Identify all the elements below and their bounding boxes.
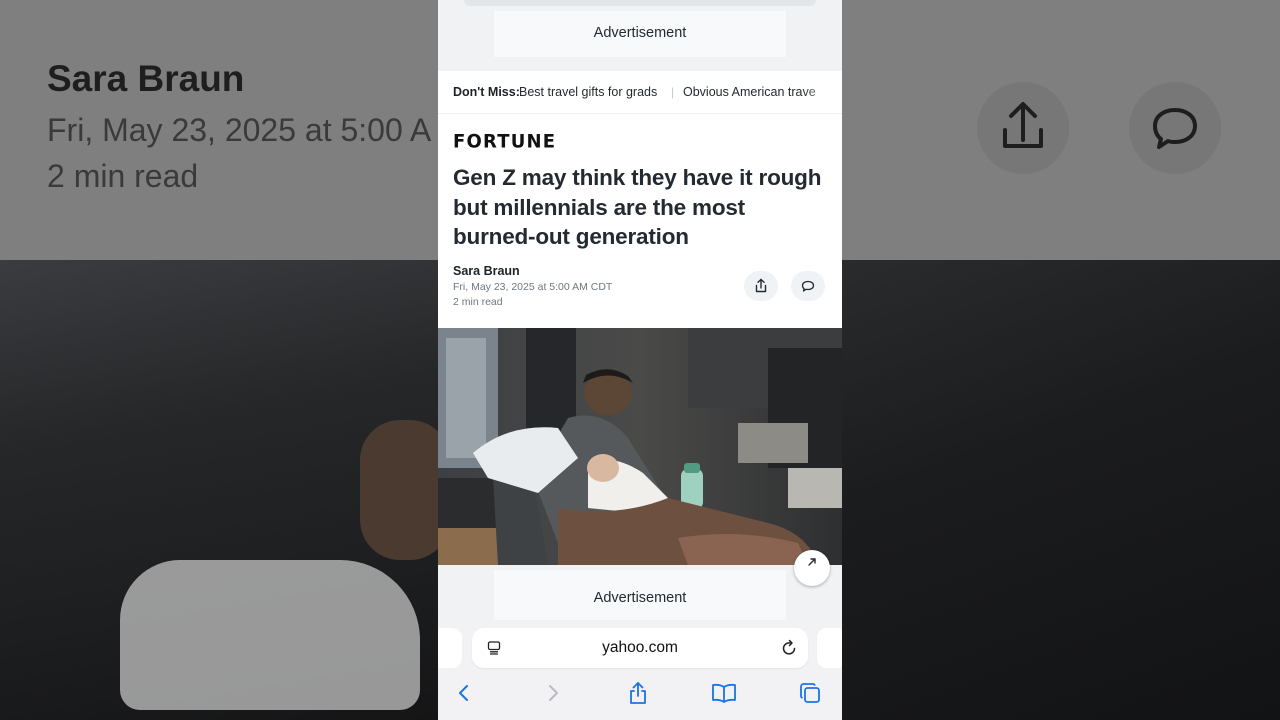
read-time: 2 min read: [453, 296, 503, 308]
advertisement-label: Advertisement: [593, 590, 687, 606]
expand-image-button[interactable]: [794, 550, 830, 586]
address-bar[interactable]: yahoo.com: [472, 628, 808, 668]
dont-miss-bar: Don't Miss: Best travel gifts for grads …: [438, 71, 842, 114]
background-comment-icon: [1129, 82, 1221, 174]
bottom-ad-region: Advertisement: [438, 565, 842, 625]
url-text[interactable]: yahoo.com: [472, 639, 808, 657]
advertisement-label: Advertisement: [593, 25, 687, 41]
advertisement-slot[interactable]: Advertisement: [494, 11, 786, 57]
background-read-time: 2 min read: [47, 158, 199, 194]
author-name[interactable]: Sara Braun: [453, 264, 520, 278]
background-left-panel: Sara Braun Fri, May 23, 2025 at 5:00 A 2…: [0, 0, 438, 720]
dont-miss-link[interactable]: Best travel gifts for grads: [519, 85, 657, 99]
browser-toolbar: yahoo.com: [438, 620, 842, 720]
background-figure: [360, 420, 438, 560]
chevron-left-icon: [459, 685, 468, 701]
comment-icon: [801, 280, 815, 292]
background-photo: [842, 260, 1280, 720]
share-page-button[interactable]: [623, 678, 653, 708]
article-headline: Gen Z may think they have it rough but m…: [453, 165, 822, 249]
forward-button[interactable]: [538, 678, 568, 708]
advertisement-slot[interactable]: Advertisement: [494, 570, 786, 620]
share-icon: [630, 682, 646, 704]
share-button[interactable]: [744, 271, 778, 301]
phone-screen: Advertisement Don't Miss: Best travel gi…: [438, 0, 842, 720]
dont-miss-label: Don't Miss:: [453, 85, 520, 99]
background-share-icon: [977, 82, 1069, 174]
previous-tab-peek[interactable]: [438, 628, 462, 668]
back-button[interactable]: [449, 678, 479, 708]
background-cloth: [120, 560, 420, 710]
bookmarks-button[interactable]: [709, 678, 739, 708]
top-ad-region: Advertisement: [438, 0, 842, 71]
background-right-panel: [842, 0, 1280, 720]
next-tab-peek[interactable]: [817, 628, 842, 668]
scroll-pill: [464, 0, 816, 6]
comment-button[interactable]: [791, 271, 825, 301]
publish-date: Fri, May 23, 2025 at 5:00 AM CDT: [453, 281, 613, 293]
tabs-icon: [800, 683, 820, 703]
expand-icon: [808, 558, 816, 566]
background-date: Fri, May 23, 2025 at 5:00 A: [47, 112, 432, 148]
reload-icon[interactable]: [780, 639, 798, 657]
book-icon: [712, 683, 736, 703]
tabs-button[interactable]: [795, 678, 825, 708]
article-hero-image: [438, 328, 842, 565]
share-icon: [755, 278, 767, 293]
publisher-logo[interactable]: FORTUNE: [453, 130, 556, 152]
background-author: Sara Braun: [47, 58, 245, 99]
dont-miss-separator: |: [671, 85, 675, 99]
chevron-right-icon: [549, 685, 558, 701]
dont-miss-fade: [802, 71, 842, 113]
dont-miss-link[interactable]: Obvious American trave: [683, 85, 816, 99]
photo-illustration: [438, 328, 842, 565]
